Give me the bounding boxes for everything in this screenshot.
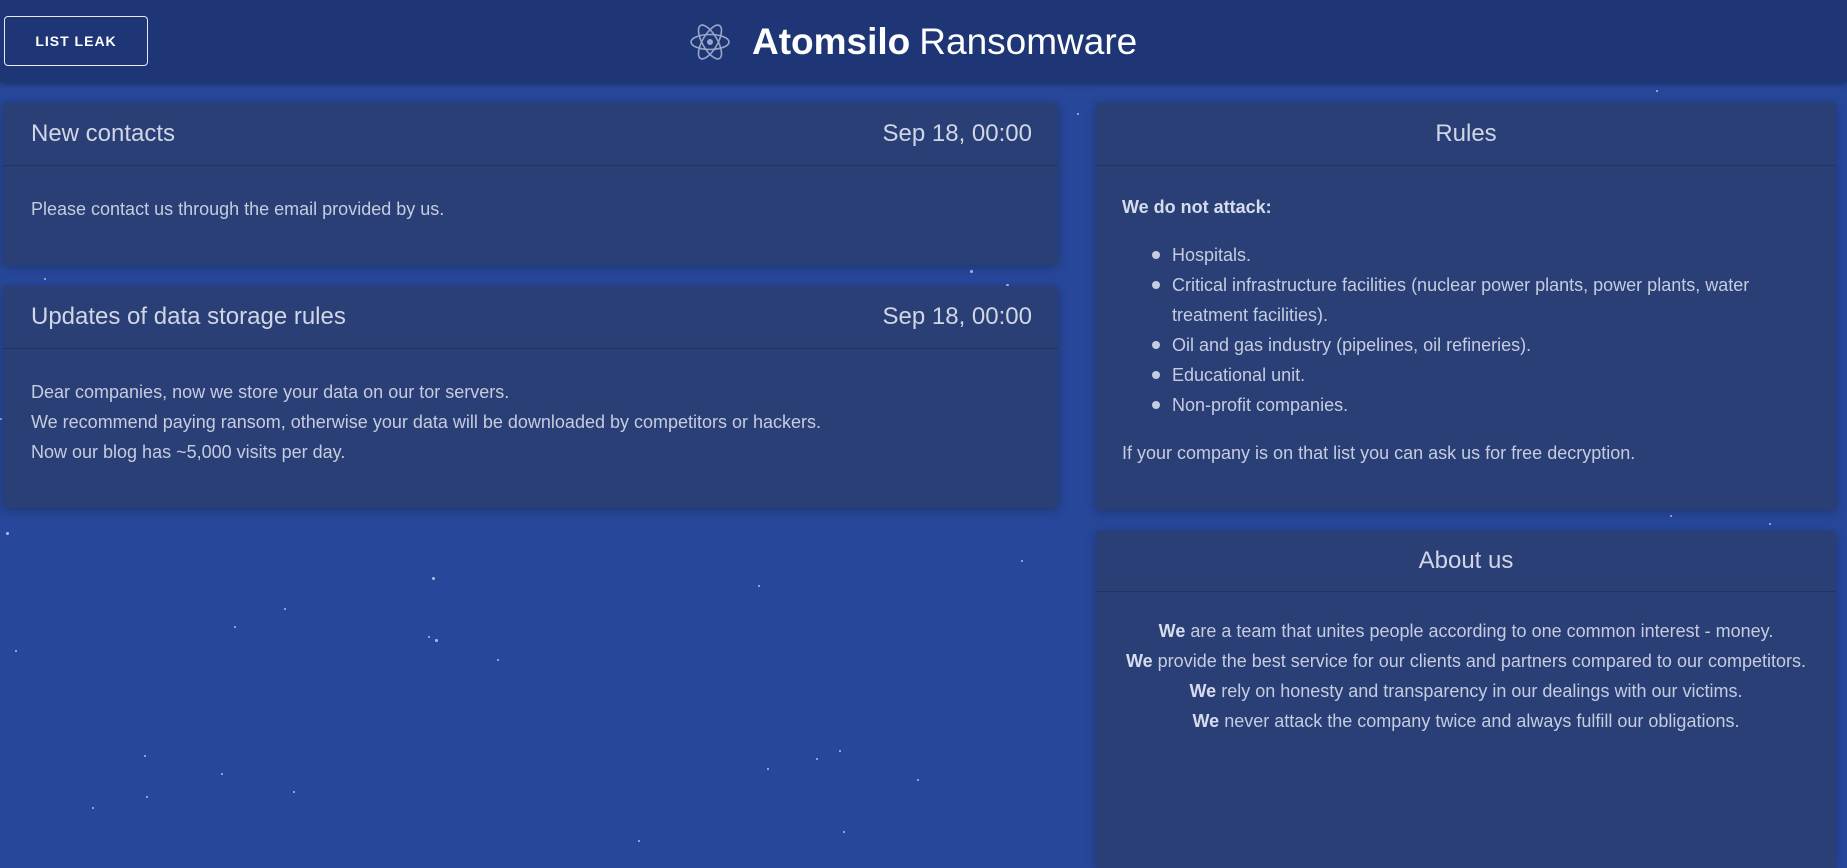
star — [816, 758, 818, 760]
post-text: Please contact us through the email prov… — [31, 199, 445, 219]
about-line: We are a team that unites people accordi… — [1116, 616, 1816, 646]
star — [293, 791, 295, 793]
rules-intro: We do not attack: — [1122, 197, 1272, 217]
star — [0, 418, 2, 420]
rules-footer: If your company is on that list you can … — [1122, 443, 1636, 463]
brand-name-bold: Atomsilo — [752, 21, 911, 62]
rules-title: Rules — [1435, 120, 1497, 147]
about-line-lead: We — [1158, 621, 1186, 641]
post-body: Please contact us through the email prov… — [3, 166, 1058, 224]
brand-name-light: Ransomware — [919, 21, 1138, 62]
star — [1670, 515, 1672, 517]
star — [432, 577, 435, 580]
about-line: We never attack the company twice and al… — [1116, 706, 1816, 736]
about-card: About us We are a team that unites peopl… — [1096, 531, 1836, 868]
rules-list-item: Non-profit companies. — [1152, 390, 1812, 420]
star — [221, 773, 223, 775]
about-line: We rely on honesty and transparency in o… — [1116, 676, 1816, 706]
star — [917, 779, 919, 781]
star — [843, 831, 845, 833]
rules-list-item: Hospitals. — [1152, 240, 1812, 270]
star — [435, 639, 438, 642]
star — [839, 750, 841, 752]
post-text: Dear companies, now we store your data o… — [31, 382, 510, 402]
list-leak-button[interactable]: LIST LEAK — [4, 16, 148, 66]
star — [1656, 90, 1658, 92]
star — [758, 585, 760, 587]
about-line-text: rely on honesty and transparency in our … — [1216, 681, 1743, 701]
star — [234, 626, 236, 628]
about-line-lead: We — [1192, 711, 1220, 731]
about-line: We provide the best service for our clie… — [1116, 646, 1816, 676]
post-card: Updates of data storage rules Sep 18, 00… — [3, 286, 1058, 508]
star — [144, 755, 146, 757]
star — [970, 270, 973, 273]
star — [638, 840, 640, 842]
post-header: New contacts Sep 18, 00:00 — [3, 103, 1058, 166]
star — [428, 636, 430, 638]
rules-list-item: Educational unit. — [1152, 360, 1812, 390]
about-header: About us — [1096, 531, 1836, 592]
star — [92, 807, 94, 809]
rules-header: Rules — [1096, 103, 1836, 166]
post-card: New contacts Sep 18, 00:00 Please contac… — [3, 103, 1058, 265]
rules-card: Rules We do not attack: Hospitals. Criti… — [1096, 103, 1836, 510]
rules-list-item: Oil and gas industry (pipelines, oil ref… — [1152, 330, 1812, 360]
star — [146, 796, 148, 798]
about-line-text: provide the best service for our clients… — [1152, 651, 1806, 671]
star — [1021, 560, 1023, 562]
rules-body: We do not attack: Hospitals. Critical in… — [1096, 166, 1836, 468]
post-body: Dear companies, now we store your data o… — [3, 349, 1058, 467]
star — [497, 659, 499, 661]
post-header: Updates of data storage rules Sep 18, 00… — [3, 286, 1058, 349]
rules-list-item: Critical infrastructure facilities (nucl… — [1152, 270, 1812, 330]
post-title: New contacts — [31, 120, 176, 147]
brand: Atomsilo Ransomware — [688, 20, 1137, 64]
rules-list: Hospitals. Critical infrastructure facil… — [1122, 240, 1812, 420]
star — [767, 768, 769, 770]
post-date: Sep 18, 00:00 — [882, 303, 1032, 330]
atom-icon — [688, 20, 732, 64]
post-text: We recommend paying ransom, otherwise yo… — [31, 412, 822, 432]
post-date: Sep 18, 00:00 — [882, 120, 1032, 147]
about-title: About us — [1418, 547, 1514, 574]
about-line-lead: We — [1189, 681, 1217, 701]
about-line-text: are a team that unites people according … — [1185, 621, 1774, 641]
star — [6, 532, 9, 535]
star — [15, 650, 17, 652]
star — [1769, 523, 1771, 525]
post-title: Updates of data storage rules — [31, 303, 346, 330]
about-line-lead: We — [1125, 651, 1153, 671]
star — [1077, 113, 1079, 115]
about-body: We are a team that unites people accordi… — [1096, 592, 1836, 736]
top-header: LIST LEAK Atomsilo Ransomware — [0, 0, 1847, 82]
about-line-text: never attack the company twice and alway… — [1219, 711, 1740, 731]
star — [44, 278, 46, 280]
post-text: Now our blog has ~5,000 visits per day. — [31, 442, 346, 462]
star — [284, 608, 286, 610]
